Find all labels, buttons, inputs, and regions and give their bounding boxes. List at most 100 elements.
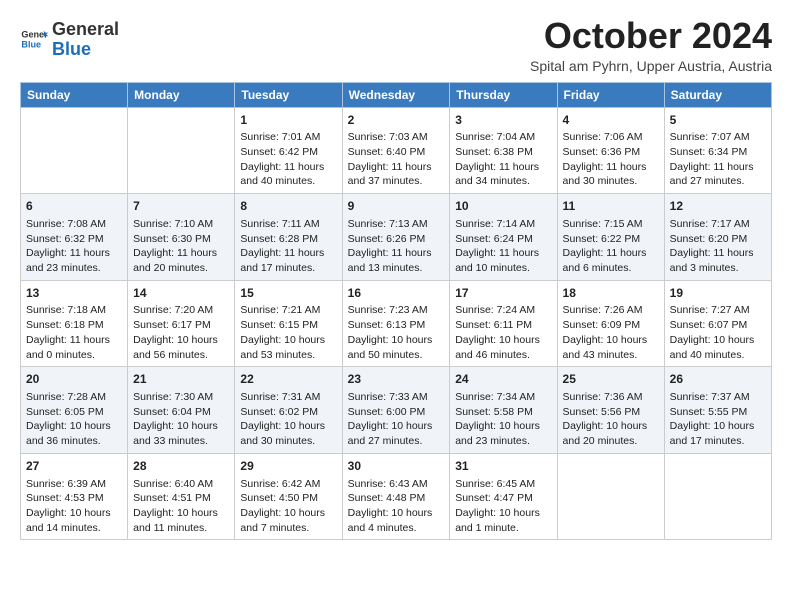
day-info: Sunrise: 6:42 AMSunset: 4:50 PMDaylight:…: [240, 477, 336, 536]
day-number: 30: [348, 458, 445, 475]
day-number: 4: [563, 112, 659, 129]
header: General Blue General Blue October 2024 S…: [20, 16, 772, 74]
header-monday: Monday: [128, 82, 235, 107]
day-info: Sunrise: 7:07 AMSunset: 6:34 PMDaylight:…: [670, 130, 766, 189]
calendar-cell: 29 Sunrise: 6:42 AMSunset: 4:50 PMDayligh…: [235, 453, 342, 540]
day-info: Sunrise: 6:45 AMSunset: 4:47 PMDaylight:…: [455, 477, 551, 536]
day-info: Sunrise: 7:04 AMSunset: 6:38 PMDaylight:…: [455, 130, 551, 189]
day-number: 12: [670, 198, 766, 215]
calendar-cell: 10Sunrise: 7:14 AMSunset: 6:24 PMDayligh…: [450, 194, 557, 281]
day-info: Sunrise: 7:30 AMSunset: 6:04 PMDaylight:…: [133, 390, 229, 449]
calendar-row-0: 1Sunrise: 7:01 AMSunset: 6:42 PMDaylight…: [21, 107, 772, 194]
calendar-cell: 11Sunrise: 7:15 AMSunset: 6:22 PMDayligh…: [557, 194, 664, 281]
calendar-page: General Blue General Blue October 2024 S…: [0, 0, 792, 552]
day-number: 28: [133, 458, 229, 475]
calendar-cell: 3Sunrise: 7:04 AMSunset: 6:38 PMDaylight…: [450, 107, 557, 194]
calendar-cell: 2Sunrise: 7:03 AMSunset: 6:40 PMDaylight…: [342, 107, 450, 194]
day-number: 1: [240, 112, 336, 129]
calendar-row-1: 6 Sunrise: 7:08 AMSunset: 6:32 PMDaylight…: [21, 194, 772, 281]
calendar-cell: 23 Sunrise: 7:33 AMSunset: 6:00 PMDayligh…: [342, 367, 450, 454]
day-number: 3: [455, 112, 551, 129]
calendar-cell: 24Sunrise: 7:34 AMSunset: 5:58 PMDayligh…: [450, 367, 557, 454]
logo-blue: Blue: [52, 39, 91, 59]
logo-icon: General Blue: [20, 25, 48, 53]
logo-general: General: [52, 19, 119, 39]
calendar-cell: [21, 107, 128, 194]
day-number: 2: [348, 112, 445, 129]
day-info: Sunrise: 7:23 AMSunset: 6:13 PMDaylight:…: [348, 303, 445, 362]
day-info: Sunrise: 7:08 AMSunset: 6:32 PMDaylight:…: [26, 217, 122, 276]
day-number: 14: [133, 285, 229, 302]
calendar-cell: 19Sunrise: 7:27 AMSunset: 6:07 PMDayligh…: [664, 280, 771, 367]
calendar-cell: 14Sunrise: 7:20 AMSunset: 6:17 PMDayligh…: [128, 280, 235, 367]
header-friday: Friday: [557, 82, 664, 107]
day-number: 21: [133, 371, 229, 388]
day-info: Sunrise: 6:40 AMSunset: 4:51 PMDaylight:…: [133, 477, 229, 536]
day-info: Sunrise: 7:11 AMSunset: 6:28 PMDaylight:…: [240, 217, 336, 276]
calendar-cell: 7 Sunrise: 7:10 AMSunset: 6:30 PMDaylight…: [128, 194, 235, 281]
calendar-table: Sunday Monday Tuesday Wednesday Thursday…: [20, 82, 772, 541]
calendar-cell: [664, 453, 771, 540]
calendar-cell: 31Sunrise: 6:45 AMSunset: 4:47 PMDayligh…: [450, 453, 557, 540]
calendar-cell: 20Sunrise: 7:28 AMSunset: 6:05 PMDayligh…: [21, 367, 128, 454]
day-number: 23: [348, 371, 445, 388]
day-info: Sunrise: 7:15 AMSunset: 6:22 PMDaylight:…: [563, 217, 659, 276]
weekday-header-row: Sunday Monday Tuesday Wednesday Thursday…: [21, 82, 772, 107]
day-info: Sunrise: 7:21 AMSunset: 6:15 PMDaylight:…: [240, 303, 336, 362]
day-number: 7: [133, 198, 229, 215]
logo-text: General Blue: [52, 20, 119, 60]
calendar-cell: 21 Sunrise: 7:30 AMSunset: 6:04 PMDayligh…: [128, 367, 235, 454]
calendar-cell: 13Sunrise: 7:18 AMSunset: 6:18 PMDayligh…: [21, 280, 128, 367]
title-block: October 2024 Spital am Pyhrn, Upper Aust…: [530, 16, 772, 74]
day-info: Sunrise: 7:31 AMSunset: 6:02 PMDaylight:…: [240, 390, 336, 449]
header-saturday: Saturday: [664, 82, 771, 107]
day-info: Sunrise: 7:24 AMSunset: 6:11 PMDaylight:…: [455, 303, 551, 362]
day-number: 16: [348, 285, 445, 302]
day-info: Sunrise: 7:10 AMSunset: 6:30 PMDaylight:…: [133, 217, 229, 276]
calendar-cell: 4Sunrise: 7:06 AMSunset: 6:36 PMDaylight…: [557, 107, 664, 194]
day-number: 18: [563, 285, 659, 302]
month-title: October 2024: [530, 16, 772, 56]
calendar-cell: 28 Sunrise: 6:40 AMSunset: 4:51 PMDayligh…: [128, 453, 235, 540]
calendar-cell: 30 Sunrise: 6:43 AMSunset: 4:48 PMDayligh…: [342, 453, 450, 540]
day-info: Sunrise: 6:43 AMSunset: 4:48 PMDaylight:…: [348, 477, 445, 536]
calendar-cell: 25Sunrise: 7:36 AMSunset: 5:56 PMDayligh…: [557, 367, 664, 454]
day-number: 25: [563, 371, 659, 388]
day-info: Sunrise: 7:01 AMSunset: 6:42 PMDaylight:…: [240, 130, 336, 189]
day-number: 26: [670, 371, 766, 388]
day-info: Sunrise: 7:26 AMSunset: 6:09 PMDaylight:…: [563, 303, 659, 362]
day-info: Sunrise: 7:17 AMSunset: 6:20 PMDaylight:…: [670, 217, 766, 276]
calendar-cell: 12 Sunrise: 7:17 AMSunset: 6:20 PMDayligh…: [664, 194, 771, 281]
day-number: 5: [670, 112, 766, 129]
header-thursday: Thursday: [450, 82, 557, 107]
day-number: 6: [26, 198, 122, 215]
day-info: Sunrise: 7:33 AMSunset: 6:00 PMDaylight:…: [348, 390, 445, 449]
calendar-row-3: 20Sunrise: 7:28 AMSunset: 6:05 PMDayligh…: [21, 367, 772, 454]
calendar-cell: 16Sunrise: 7:23 AMSunset: 6:13 PMDayligh…: [342, 280, 450, 367]
day-info: Sunrise: 7:06 AMSunset: 6:36 PMDaylight:…: [563, 130, 659, 189]
calendar-row-2: 13Sunrise: 7:18 AMSunset: 6:18 PMDayligh…: [21, 280, 772, 367]
calendar-cell: 27 Sunrise: 6:39 AMSunset: 4:53 PMDayligh…: [21, 453, 128, 540]
day-number: 27: [26, 458, 122, 475]
day-number: 8: [240, 198, 336, 215]
calendar-cell: 18Sunrise: 7:26 AMSunset: 6:09 PMDayligh…: [557, 280, 664, 367]
calendar-cell: 9Sunrise: 7:13 AMSunset: 6:26 PMDaylight…: [342, 194, 450, 281]
day-number: 20: [26, 371, 122, 388]
day-info: Sunrise: 7:03 AMSunset: 6:40 PMDaylight:…: [348, 130, 445, 189]
header-wednesday: Wednesday: [342, 82, 450, 107]
day-number: 13: [26, 285, 122, 302]
svg-text:Blue: Blue: [21, 39, 41, 49]
calendar-row-4: 27 Sunrise: 6:39 AMSunset: 4:53 PMDayligh…: [21, 453, 772, 540]
day-number: 29: [240, 458, 336, 475]
day-info: Sunrise: 7:27 AMSunset: 6:07 PMDaylight:…: [670, 303, 766, 362]
calendar-cell: 1Sunrise: 7:01 AMSunset: 6:42 PMDaylight…: [235, 107, 342, 194]
day-number: 19: [670, 285, 766, 302]
calendar-cell: 5Sunrise: 7:07 AMSunset: 6:34 PMDaylight…: [664, 107, 771, 194]
calendar-cell: [128, 107, 235, 194]
day-number: 22: [240, 371, 336, 388]
day-info: Sunrise: 6:39 AMSunset: 4:53 PMDaylight:…: [26, 477, 122, 536]
day-number: 24: [455, 371, 551, 388]
calendar-cell: 26Sunrise: 7:37 AMSunset: 5:55 PMDayligh…: [664, 367, 771, 454]
calendar-cell: 6 Sunrise: 7:08 AMSunset: 6:32 PMDaylight…: [21, 194, 128, 281]
calendar-cell: 15Sunrise: 7:21 AMSunset: 6:15 PMDayligh…: [235, 280, 342, 367]
